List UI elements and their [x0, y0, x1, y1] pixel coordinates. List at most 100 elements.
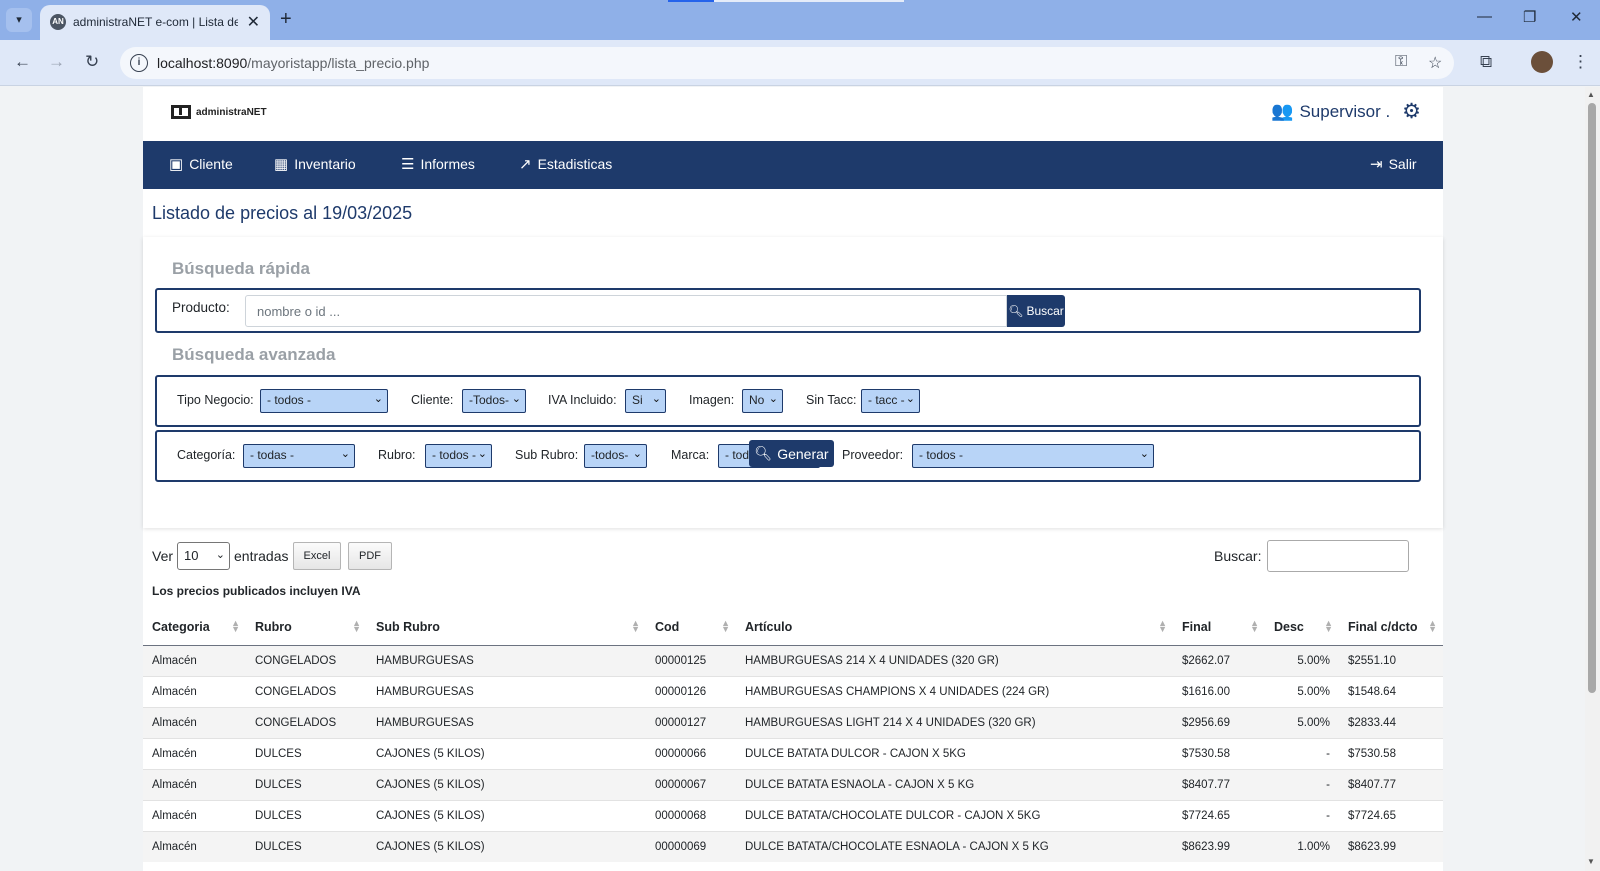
profile-avatar[interactable]: [1531, 51, 1553, 73]
proveedor-select[interactable]: - todos - ⌄: [912, 444, 1154, 468]
forward-icon[interactable]: →: [48, 52, 65, 72]
browser-tab[interactable]: AN administraNET e-com | Lista de ✕: [40, 5, 270, 40]
generate-button[interactable]: 🔍︎ Generar: [749, 440, 834, 467]
user-label: Supervisor .: [1299, 101, 1391, 121]
column-header-final-c-dcto[interactable]: Final c/dcto ▲ ▼: [1339, 609, 1443, 646]
cliente-select[interactable]: -Todos- ⌄: [462, 389, 526, 413]
sub-rubro-select[interactable]: -todos- ⌄: [584, 444, 647, 468]
menu-kebab-icon[interactable]: ⋮: [1572, 52, 1589, 72]
iva-incluido-select[interactable]: Si ⌄: [625, 389, 666, 413]
cell-desc: 1.00%: [1265, 830, 1339, 862]
cell-articulo: DULCE BATATA DULCOR - CAJON X 5KG: [736, 737, 1173, 769]
cell-sub-rubro: CAJONES (5 KILOS): [367, 830, 646, 862]
logout-link[interactable]: ⇥ Salir: [1370, 155, 1417, 173]
back-icon[interactable]: ←: [14, 52, 31, 72]
url-text[interactable]: localhost:8090/mayoristapp/lista_precio.…: [157, 55, 429, 71]
select-value: Si: [632, 393, 643, 407]
site-info-icon[interactable]: i: [130, 54, 148, 72]
iva-note: Los precios publicados incluyen IVA: [152, 584, 361, 598]
chevron-down-icon: ⌄: [477, 448, 487, 460]
minimize-icon[interactable]: —: [1477, 8, 1492, 25]
page-title: Listado de precios al 19/03/2025: [152, 203, 413, 223]
nav-item-cliente[interactable]: ▣ Cliente: [169, 155, 233, 173]
cell-rubro: CONGELADOS: [246, 644, 367, 676]
column-header-sub-rubro[interactable]: Sub Rubro ▲ ▼: [367, 609, 646, 646]
column-header-categoria[interactable]: Categoria ▲ ▼: [143, 609, 246, 646]
cell-sub-rubro: HAMBURGUESAS: [367, 675, 646, 707]
column-header-articulo[interactable]: Artículo ▲ ▼: [736, 609, 1173, 646]
nav-item-informes[interactable]: ☰ Informes: [401, 155, 475, 173]
tab-close-icon[interactable]: ✕: [247, 12, 260, 32]
nav-label: Cliente: [189, 156, 233, 172]
cell-desc: -: [1265, 799, 1339, 831]
brand-logo[interactable]: administraNET: [171, 105, 267, 119]
sin-tacc-select[interactable]: - tacc - ⌄: [861, 389, 920, 413]
column-header-rubro[interactable]: Rubro ▲ ▼: [246, 609, 367, 646]
column-header-label: Desc: [1274, 619, 1304, 634]
cell-rubro: DULCES: [246, 737, 367, 769]
user-menu[interactable]: 👥 Supervisor . ⚙: [1271, 99, 1421, 124]
entries-label: entradas: [234, 548, 289, 564]
column-header-desc[interactable]: Desc ▲ ▼: [1265, 609, 1339, 646]
new-tab-icon[interactable]: +: [280, 8, 292, 31]
pdf-export-button[interactable]: PDF: [348, 542, 392, 570]
page-scrollbar[interactable]: ▲ ▼: [1585, 87, 1600, 871]
product-search-input[interactable]: nombre o id ...: [245, 295, 1007, 327]
cell-desc: -: [1265, 737, 1339, 769]
cell-rubro: CONGELADOS: [246, 706, 367, 738]
table-row[interactable]: Almacén DULCES CAJONES (5 KILOS) 0000006…: [143, 799, 1443, 831]
chevron-down-icon: ⌄: [373, 393, 383, 405]
restore-icon[interactable]: ❐: [1523, 8, 1536, 26]
tab-search-dropdown-icon[interactable]: ▾: [6, 8, 32, 32]
cell-rubro: DULCES: [246, 768, 367, 800]
sort-icon: ▲ ▼: [231, 618, 240, 634]
table-row[interactable]: Almacén DULCES CAJONES (5 KILOS) 0000006…: [143, 830, 1443, 862]
page-length-select[interactable]: 10 ⌄: [177, 542, 231, 570]
cell-final-c-dcto: $7530.58: [1339, 737, 1443, 769]
cell-articulo: DULCE BATATA/CHOCOLATE ESNAOLA - CAJON X…: [736, 830, 1173, 862]
filter-label: Imagen:: [689, 393, 735, 407]
table-search-input[interactable]: [1267, 540, 1410, 572]
close-window-icon[interactable]: ✕: [1570, 8, 1583, 26]
bookmark-star-icon[interactable]: ☆: [1428, 53, 1442, 73]
column-header-final[interactable]: Final ▲ ▼: [1173, 609, 1265, 646]
column-header-cod[interactable]: Cod ▲ ▼: [646, 609, 736, 646]
table-row[interactable]: Almacén DULCES CAJONES (5 KILOS) 0000006…: [143, 737, 1443, 769]
select-value: - todos -: [432, 448, 477, 462]
scroll-thumb[interactable]: [1588, 103, 1596, 693]
cell-rubro: DULCES: [246, 830, 367, 862]
nav-item-estadisticas[interactable]: ↗ Estadisticas: [519, 155, 612, 173]
scroll-up-icon[interactable]: ▲: [1587, 90, 1595, 99]
table-row[interactable]: Almacén CONGELADOS HAMBURGUESAS 00000125…: [143, 644, 1443, 676]
chevron-down-icon: ⌄: [632, 448, 642, 460]
tipo-negocio-select[interactable]: - todos - ⌄: [260, 389, 388, 413]
table-search: Buscar:: [1214, 540, 1410, 572]
password-key-icon[interactable]: ⚿: [1395, 53, 1407, 71]
quick-search-title: Búsqueda rápida: [172, 259, 310, 278]
reload-icon[interactable]: ↻: [85, 52, 99, 72]
extensions-icon[interactable]: ⧉: [1480, 52, 1492, 72]
table-row[interactable]: Almacén CONGELADOS HAMBURGUESAS 00000126…: [143, 675, 1443, 707]
chevron-down-icon: ⌄: [215, 549, 226, 561]
table-row[interactable]: Almacén CONGELADOS HAMBURGUESAS 00000127…: [143, 706, 1443, 738]
cell-articulo: HAMBURGUESAS CHAMPIONS X 4 UNIDADES (224…: [736, 675, 1173, 707]
gear-icon[interactable]: ⚙: [1402, 99, 1421, 124]
table-row[interactable]: Almacén DULCES CAJONES (5 KILOS) 0000006…: [143, 768, 1443, 800]
filter-label: Sin Tacc:: [806, 393, 857, 407]
scroll-down-icon[interactable]: ▼: [1587, 857, 1595, 866]
url-host: localhost:8090: [157, 55, 248, 71]
price-table: Categoria ▲ ▼ Rubro ▲ ▼ Sub Rubro ▲ ▼ Cod ▲ ▼ Ar…: [143, 609, 1443, 862]
rubro-select[interactable]: - todos - ⌄: [425, 444, 492, 468]
chevron-down-icon: ⌄: [651, 393, 661, 405]
imagen-select[interactable]: No ⌄: [742, 389, 783, 413]
url-path: /mayoristapp/lista_precio.php: [247, 55, 430, 71]
categoria-select[interactable]: - todas - ⌄: [243, 444, 355, 468]
excel-export-button[interactable]: Excel: [293, 542, 341, 570]
column-header-label: Cod: [655, 619, 680, 634]
search-button[interactable]: 🔍︎ Buscar: [1007, 295, 1065, 327]
select-value: No: [749, 393, 765, 407]
nav-item-inventario[interactable]: ▦ Inventario: [274, 155, 356, 173]
address-bar[interactable]: i localhost:8090/mayoristapp/lista_preci…: [120, 47, 1454, 79]
cell-final: $1616.00: [1173, 675, 1265, 707]
cell-desc: -: [1265, 768, 1339, 800]
